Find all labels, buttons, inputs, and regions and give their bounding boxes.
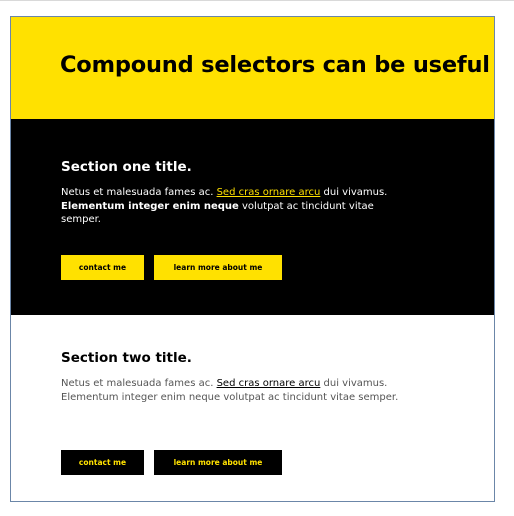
section-one-link[interactable]: Sed cras ornare arcu bbox=[217, 187, 321, 198]
page-frame: Compound selectors can be useful Section… bbox=[10, 16, 495, 502]
section-one-contact-button[interactable]: contact me bbox=[61, 255, 144, 280]
section-one-text: Netus et malesuada fames ac. Sed cras or… bbox=[61, 186, 401, 227]
section-two-link[interactable]: Sed cras ornare arcu bbox=[217, 378, 321, 389]
section-one-text-mid: dui vivamus. bbox=[320, 187, 388, 198]
section-two-text: Netus et malesuada fames ac. Sed cras or… bbox=[61, 377, 401, 404]
section-two-text-mid: dui vivamus. bbox=[320, 378, 388, 389]
section-two-text-end: volutpat ac tincidunt vitae semper. bbox=[220, 391, 399, 403]
section-one-learn-more-button[interactable]: learn more about me bbox=[154, 255, 282, 280]
section-two-plain-text: Elementum integer enim neque bbox=[61, 391, 221, 403]
section-two-contact-button[interactable]: contact me bbox=[61, 450, 144, 475]
section-one-title: Section one title. bbox=[61, 159, 192, 175]
window-top-edge bbox=[0, 0, 514, 1]
section-two: Section two title. Netus et malesuada fa… bbox=[11, 315, 494, 501]
section-one: Section one title. Netus et malesuada fa… bbox=[11, 119, 494, 315]
hero-banner: Compound selectors can be useful bbox=[11, 17, 494, 119]
section-two-learn-more-button[interactable]: learn more about me bbox=[154, 450, 282, 475]
section-two-text-start: Netus et malesuada fames ac. bbox=[61, 378, 217, 389]
section-one-bold-text: Elementum integer enim neque bbox=[61, 200, 239, 212]
section-one-text-start: Netus et malesuada fames ac. bbox=[61, 187, 217, 198]
section-two-title: Section two title. bbox=[61, 350, 192, 366]
page-title: Compound selectors can be useful bbox=[60, 52, 490, 78]
